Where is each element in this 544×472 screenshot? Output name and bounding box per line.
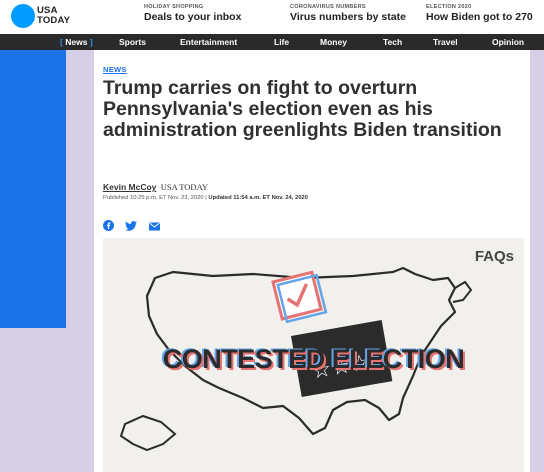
nav-item-opinion[interactable]: Opinion [492,34,524,50]
hero-image[interactable]: ☆☆☆ FAQs CONTESTED ELECTION [103,238,524,472]
brand-logo-text[interactable]: USA TODAY [37,6,70,25]
promo-kicker: HOLIDAY SHOPPING [144,4,204,10]
main-nav: [ News ] Sports Entertainment Life Money… [0,34,544,50]
published-time: Published 10:25 p.m. ET Nov. 23, 2020 [103,195,204,201]
author-organization: USA TODAY [160,182,209,192]
nav-bracket-open: [ [60,37,63,47]
facebook-icon[interactable] [103,218,114,236]
usa-today-logo-icon[interactable] [11,4,35,28]
section-color-strip [0,50,66,328]
brand-line-2: TODAY [37,14,71,26]
promo-election-2020[interactable]: ELECTION 2020 How Biden got to 270 [426,4,533,24]
nav-item-money[interactable]: Money [320,34,347,50]
page: USA TODAY HOLIDAY SHOPPING Deals to your… [0,0,544,472]
northeast-outline [452,280,473,303]
top-bar: USA TODAY HOLIDAY SHOPPING Deals to your… [0,0,544,34]
nav-item-travel[interactable]: Travel [433,34,458,50]
share-bar [103,218,167,231]
nav-item-label: News [65,37,88,47]
nav-item-life[interactable]: Life [274,34,289,50]
promo-kicker: CORONAVIRUS NUMBERS [290,4,366,10]
checkbox-ballot-icon [271,270,328,324]
nav-item-news[interactable]: [ News ] [60,34,93,50]
promo-headline: Deals to your inbox [144,11,242,23]
byline: Kevin McCoy USA TODAY [103,182,208,192]
promo-kicker: ELECTION 2020 [426,4,472,10]
author-link[interactable]: Kevin McCoy [103,182,156,192]
nav-item-entertainment[interactable]: Entertainment [180,34,237,50]
twitter-icon[interactable] [125,218,138,236]
dateline: Published 10:25 p.m. ET Nov. 23, 2020 | … [103,195,308,201]
nav-item-tech[interactable]: Tech [383,34,402,50]
faqs-badge: FAQs [474,248,514,265]
updated-time: Updated 11:54 a.m. ET Nov. 24, 2020 [208,195,308,201]
email-icon[interactable] [148,218,160,236]
promo-holiday-shopping[interactable]: HOLIDAY SHOPPING Deals to your inbox [144,4,241,24]
article: NEWS Trump carries on fight to overturn … [94,50,530,472]
promo-headline: How Biden got to 270 [426,11,533,23]
promo-coronavirus-numbers[interactable]: CORONAVIRUS NUMBERS Virus numbers by sta… [290,4,406,24]
hero-caption-art: CONTESTED ELECTION [162,344,465,374]
promo-headline: Virus numbers by state [290,11,406,23]
alaska-outline [119,414,177,452]
nav-bracket-close: ] [89,37,93,47]
date-separator: | [205,195,207,201]
section-link[interactable]: NEWS [103,65,127,74]
article-title: Trump carries on fight to overturn Penns… [103,77,502,141]
nav-item-sports[interactable]: Sports [119,34,146,50]
